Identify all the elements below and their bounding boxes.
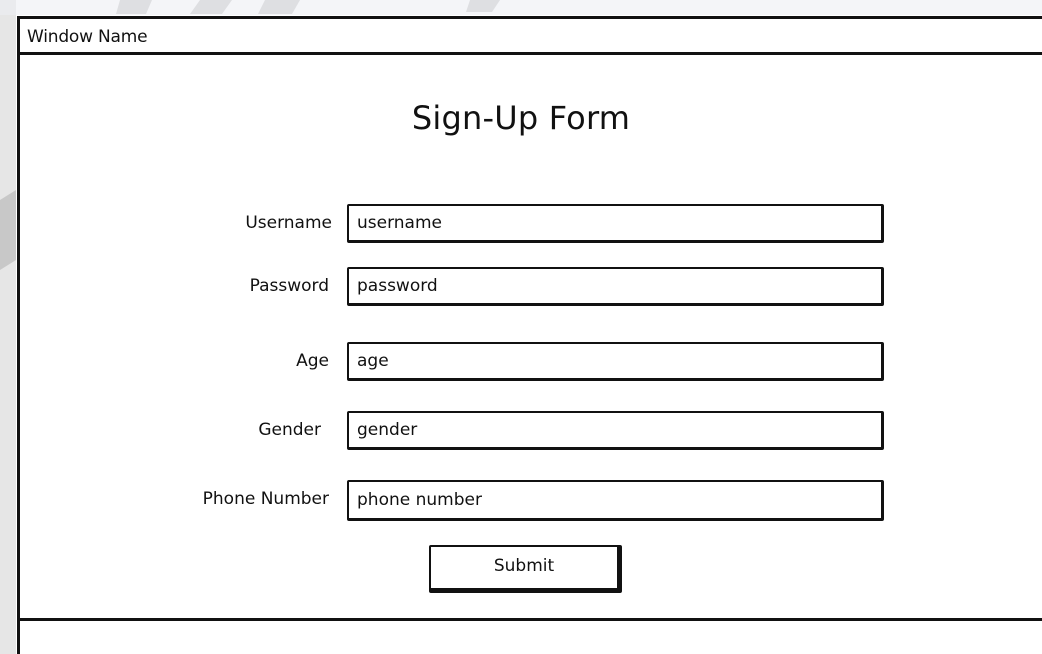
window-titlebar: Window Name (20, 19, 1042, 55)
phone-number-field[interactable]: phone number (347, 480, 884, 521)
submit-button[interactable]: Submit (429, 545, 622, 593)
gender-label: Gender (258, 420, 321, 440)
age-field[interactable]: age (347, 342, 884, 381)
phone-number-label: Phone Number (202, 489, 329, 509)
page: Window Name Sign-Up Form Username userna… (0, 0, 1042, 654)
password-label: Password (249, 276, 329, 296)
username-label: Username (245, 213, 332, 233)
password-field[interactable]: password (347, 267, 884, 306)
age-label: Age (296, 351, 329, 371)
bottom-divider (17, 618, 1042, 621)
form-title: Sign-Up Form (411, 99, 631, 137)
gender-field[interactable]: gender (347, 411, 884, 450)
username-field[interactable]: username (347, 204, 884, 243)
window-title: Window Name (27, 27, 148, 47)
